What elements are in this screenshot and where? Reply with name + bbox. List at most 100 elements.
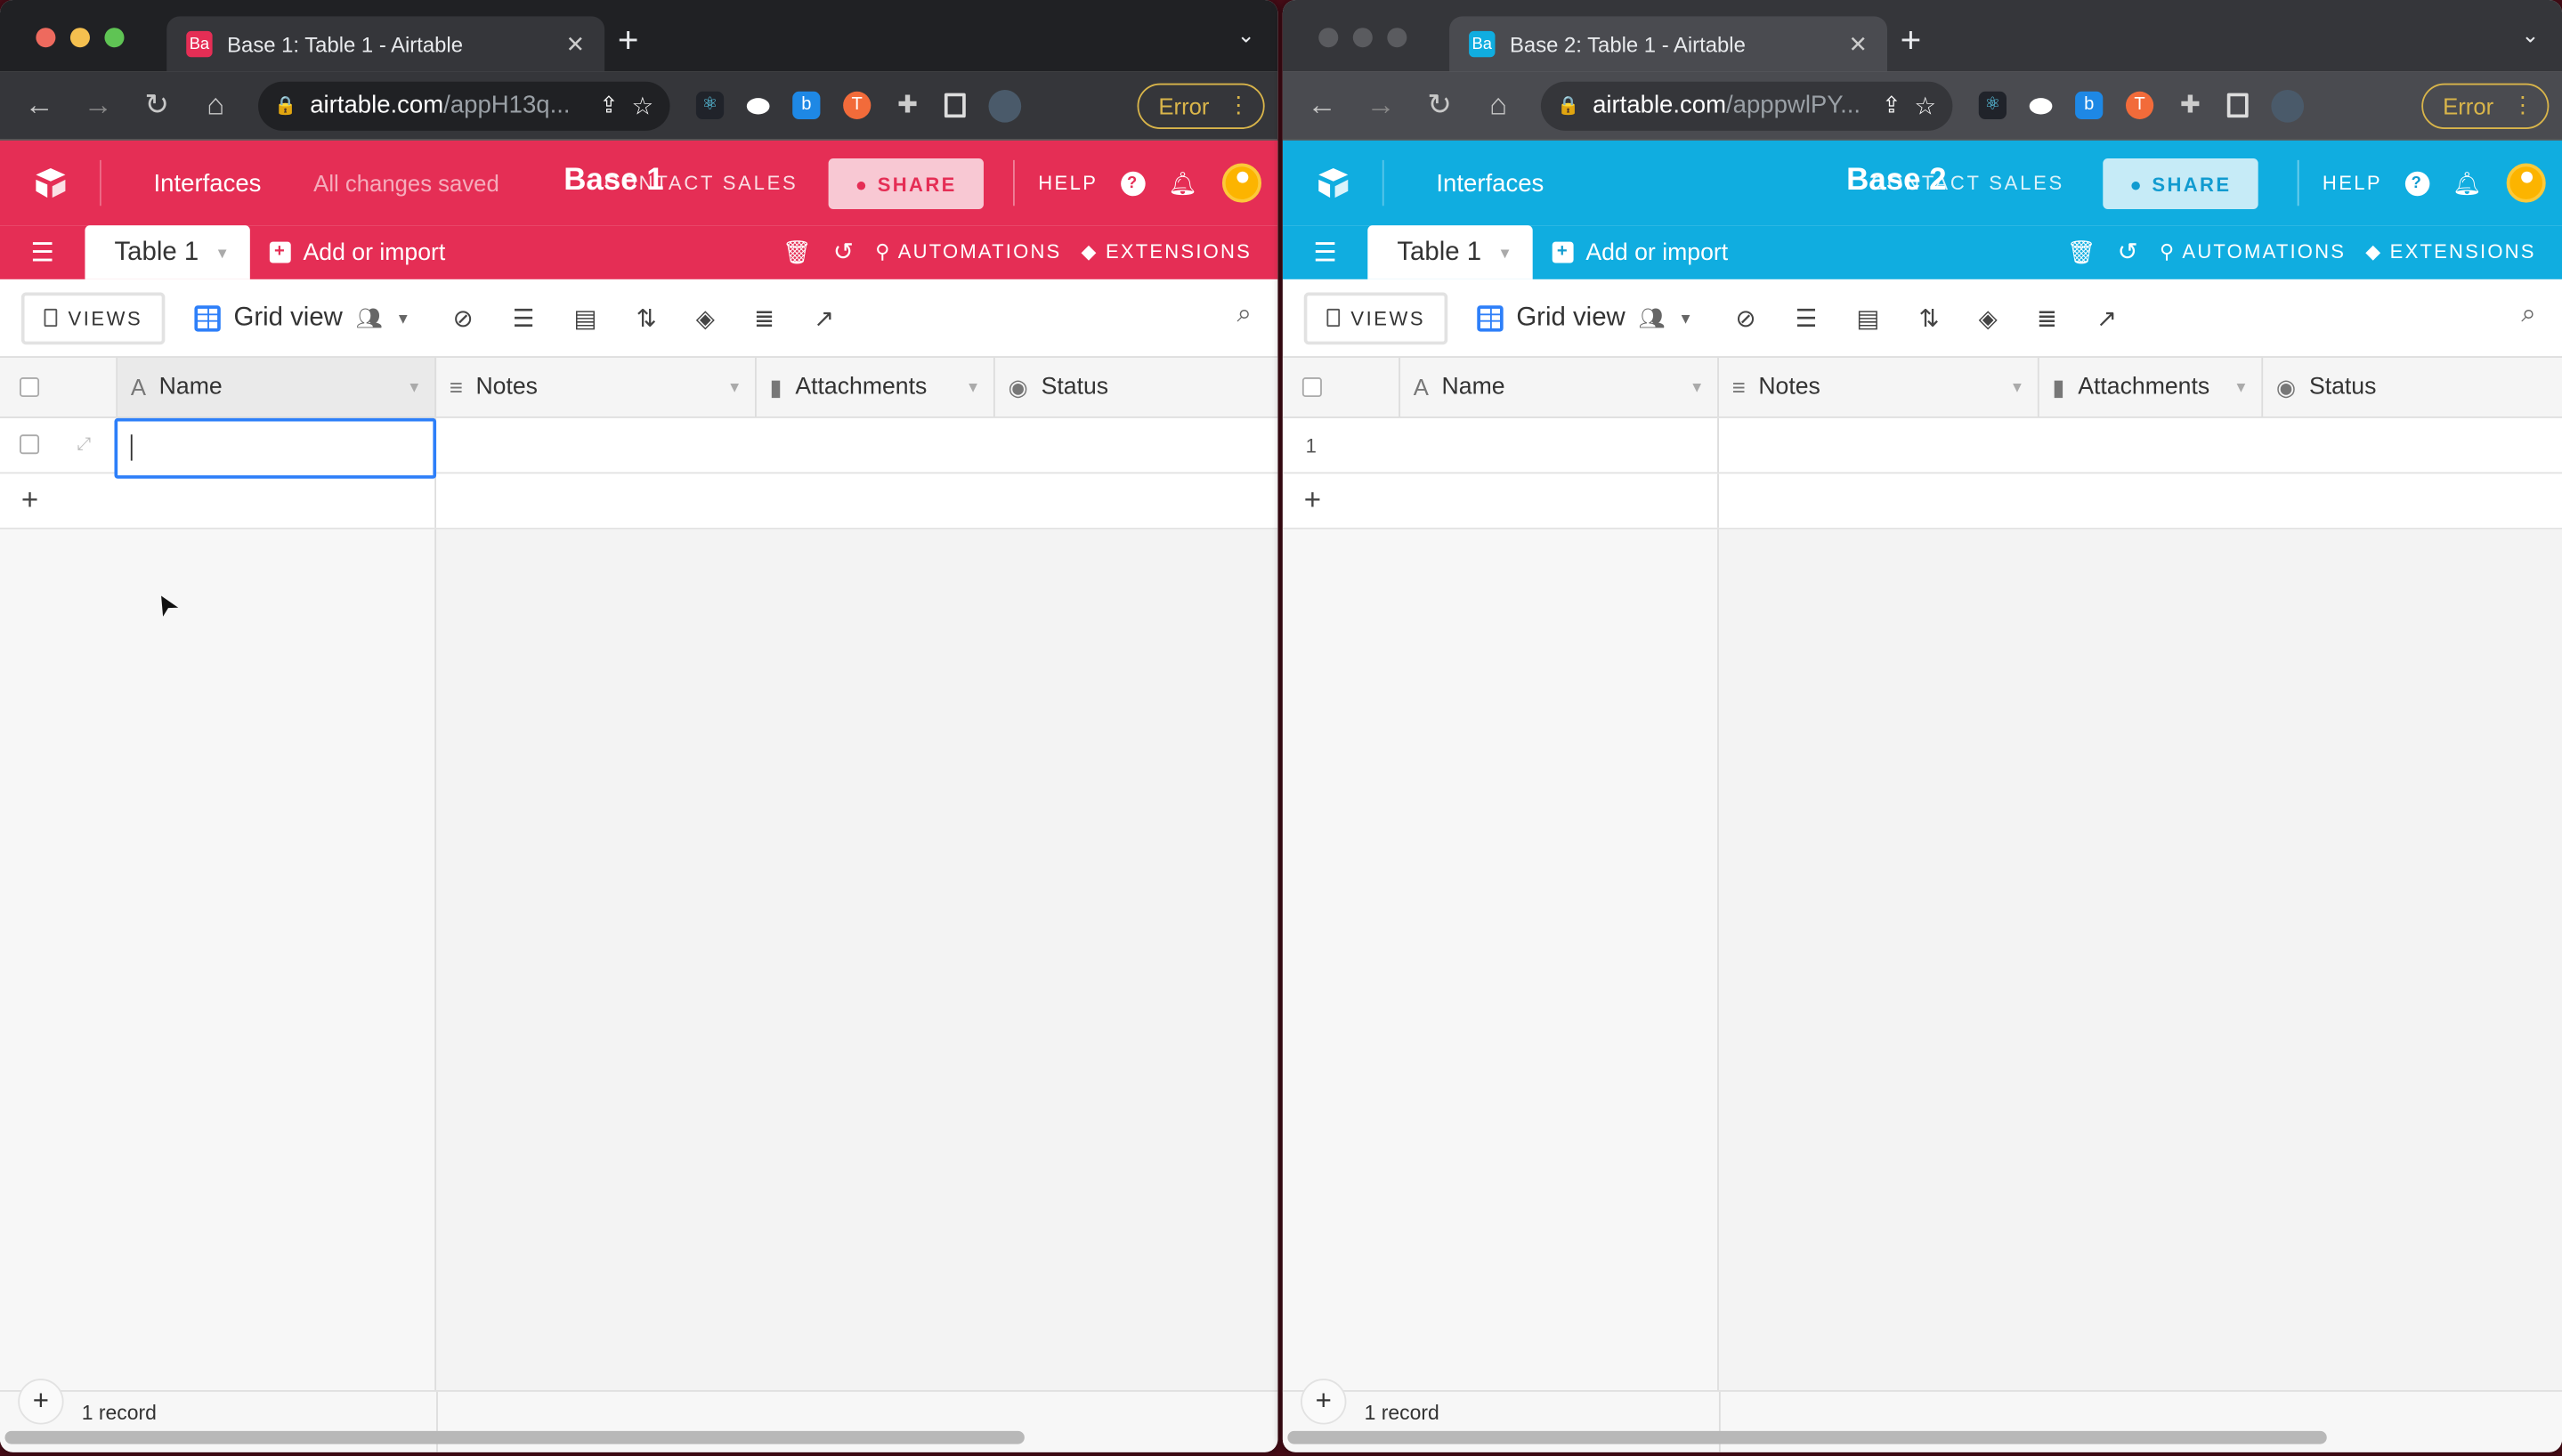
group-icon[interactable]: ▤ — [1856, 303, 1879, 332]
reload-icon[interactable]: ↻ — [1423, 88, 1456, 123]
menu-hamburger-icon[interactable]: ☰ — [0, 225, 85, 279]
kebab-menu-icon[interactable]: ⋮ — [2511, 92, 2534, 119]
close-window-button[interactable] — [1318, 28, 1339, 48]
user-avatar[interactable] — [1221, 163, 1262, 203]
forward-icon[interactable]: → — [1365, 88, 1398, 123]
minimize-window-button[interactable] — [69, 28, 90, 48]
table-row[interactable]: 1 — [1282, 417, 2562, 474]
kebab-menu-icon[interactable]: ⋮ — [1227, 92, 1250, 119]
color-icon[interactable]: ◈ — [1979, 303, 1998, 332]
home-icon[interactable]: ⌂ — [199, 88, 232, 123]
base-name[interactable]: Base 2 — [1846, 164, 1946, 199]
share-view-icon[interactable]: ↗ — [2096, 303, 2117, 332]
view-switcher[interactable]: Grid view 👥︎ ▼ — [1477, 303, 1693, 332]
extensions-button[interactable]: ◆ EXTENSIONS — [2365, 240, 2535, 263]
notifications-bell-icon[interactable]: 🔔︎ — [1168, 169, 1199, 197]
window-controls[interactable] — [1318, 28, 1407, 48]
automations-button[interactable]: ⚲ AUTOMATIONS — [875, 240, 1061, 263]
chevron-down-icon[interactable]: ▼ — [966, 379, 980, 395]
chevron-down-icon[interactable]: ▼ — [407, 379, 421, 395]
select-all-checkbox[interactable] — [1301, 377, 1322, 398]
back-icon[interactable]: ← — [1306, 88, 1339, 123]
share-button[interactable]: ● SHARE — [828, 158, 984, 209]
close-tab-icon[interactable]: ✕ — [1848, 30, 1868, 58]
error-profile-button[interactable]: Error ⋮ — [2421, 82, 2550, 129]
automations-button[interactable]: ⚲ AUTOMATIONS — [2160, 240, 2346, 263]
history-icon[interactable]: ↺ — [2118, 237, 2140, 266]
row-cells[interactable] — [436, 417, 1278, 473]
react-devtools-icon[interactable]: ⚛ — [1978, 91, 2007, 119]
add-row[interactable]: + — [1282, 473, 2562, 530]
reload-icon[interactable]: ↻ — [141, 88, 174, 123]
react-devtools-icon[interactable]: ⚛ — [695, 91, 725, 119]
column-header-name[interactable]: A Name ▼ — [118, 357, 437, 417]
history-icon[interactable]: ↺ — [833, 237, 855, 266]
chevron-down-icon[interactable]: ▼ — [2234, 379, 2248, 395]
forward-icon[interactable]: → — [82, 88, 115, 123]
tab-search-chevron-icon[interactable]: ⌄ — [1237, 23, 1255, 49]
help-link[interactable]: HELP — [1038, 172, 1098, 195]
tab-search-chevron-icon[interactable]: ⌄ — [2521, 23, 2539, 49]
trash-icon[interactable]: 🗑︎ — [2067, 238, 2098, 265]
airtable-logo-icon[interactable] — [0, 159, 101, 206]
chevron-down-icon[interactable]: ▼ — [1497, 244, 1512, 260]
add-or-import-button[interactable]: + Add or import — [1551, 225, 1728, 279]
share-button[interactable]: ● SHARE — [2103, 158, 2258, 209]
hide-fields-icon[interactable]: ⊘ — [1736, 303, 1756, 332]
chevron-down-icon[interactable]: ▼ — [215, 244, 230, 260]
share-page-icon[interactable]: ⇪ — [599, 92, 619, 119]
views-button[interactable]: VIEWS — [1303, 291, 1448, 344]
bookmark-star-icon[interactable]: ☆ — [632, 91, 654, 120]
expand-record-icon[interactable]: ⤢ — [77, 434, 91, 456]
views-button[interactable]: VIEWS — [20, 291, 166, 344]
add-or-import-button[interactable]: + Add or import — [268, 225, 445, 279]
chevron-down-icon[interactable]: ▼ — [727, 379, 742, 395]
minimize-window-button[interactable] — [1352, 28, 1373, 48]
sort-icon[interactable]: ⇅ — [1919, 303, 1940, 332]
table-row[interactable]: ⤢ — [0, 417, 1278, 479]
airtable-logo-icon[interactable] — [1283, 159, 1384, 206]
browser-tab[interactable]: Ba Base 2: Table 1 - Airtable ✕ — [1449, 16, 1888, 72]
interfaces-link[interactable]: Interfaces — [154, 169, 262, 197]
sort-icon[interactable]: ⇅ — [636, 303, 657, 332]
close-tab-icon[interactable]: ✕ — [566, 30, 586, 58]
puzzle-icon[interactable]: ✚ — [894, 92, 921, 119]
extension-t-icon[interactable]: T — [843, 91, 872, 119]
share-view-icon[interactable]: ↗ — [814, 303, 834, 332]
column-header-notes[interactable]: ≡ Notes ▼ — [1719, 357, 2039, 417]
puzzle-icon[interactable]: ✚ — [2177, 92, 2204, 119]
add-record-button[interactable]: + — [1301, 1379, 1347, 1425]
profile-avatar-icon[interactable] — [988, 89, 1022, 122]
select-all-checkbox[interactable] — [20, 377, 40, 398]
group-icon[interactable]: ▤ — [574, 303, 597, 332]
close-window-button[interactable] — [36, 28, 56, 48]
help-question-icon[interactable]: ? — [2404, 170, 2430, 196]
extension-disc-icon[interactable] — [2029, 97, 2053, 114]
row-height-icon[interactable]: ≣ — [754, 303, 774, 332]
extension-blue-icon[interactable]: b — [2075, 91, 2104, 119]
new-tab-button[interactable]: + — [618, 20, 639, 62]
address-bar[interactable]: 🔒 airtable.com/appH13q... ⇪ ☆ — [258, 80, 670, 130]
side-panel-icon[interactable] — [944, 93, 966, 118]
column-header-status[interactable]: ◉ Status — [2263, 358, 2562, 417]
row-cells[interactable] — [1718, 417, 2562, 473]
back-icon[interactable]: ← — [23, 88, 56, 123]
row-height-icon[interactable]: ≣ — [2037, 303, 2057, 332]
base-name[interactable]: Base 1 — [563, 164, 663, 199]
chevron-down-icon[interactable]: ▼ — [2010, 379, 2024, 395]
name-cell-editor[interactable] — [114, 417, 437, 479]
profile-avatar-icon[interactable] — [2271, 89, 2305, 122]
row-checkbox[interactable] — [20, 434, 40, 455]
error-profile-button[interactable]: Error ⋮ — [1137, 82, 1265, 129]
add-row[interactable]: + — [0, 473, 1278, 530]
notifications-bell-icon[interactable]: 🔔︎ — [2453, 169, 2484, 197]
extension-t-icon[interactable]: T — [2125, 91, 2154, 119]
horizontal-scrollbar[interactable] — [1287, 1430, 2327, 1444]
maximize-window-button[interactable] — [104, 28, 125, 48]
new-tab-button[interactable]: + — [1901, 20, 1922, 62]
window-controls[interactable] — [36, 28, 125, 48]
menu-hamburger-icon[interactable]: ☰ — [1283, 225, 1367, 279]
search-icon[interactable]: ⌕ — [2521, 301, 2535, 330]
column-header-status[interactable]: ◉ Status — [995, 358, 1278, 417]
home-icon[interactable]: ⌂ — [1482, 88, 1515, 123]
